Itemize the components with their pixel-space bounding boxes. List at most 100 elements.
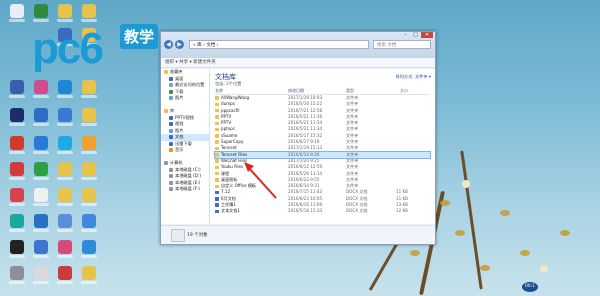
desktop-icon[interactable] bbox=[80, 266, 98, 284]
sidebar-item[interactable]: 本地磁盘 (F:) bbox=[161, 186, 209, 193]
folder-icon bbox=[215, 121, 219, 126]
desktop-icon[interactable] bbox=[32, 266, 50, 284]
folder-icon bbox=[215, 153, 219, 157]
folder-icon bbox=[215, 140, 219, 144]
desktop-icon[interactable] bbox=[32, 188, 50, 206]
column-header[interactable]: 大小 bbox=[388, 88, 408, 94]
desktop-icon[interactable] bbox=[32, 136, 50, 154]
sidebar-item-icon bbox=[169, 174, 173, 179]
desktop-icon[interactable] bbox=[56, 136, 74, 154]
file-list-pane: 文档库 包括: 2个位置 排列方式: 文件夹 ▾ 名称 修改日期 类型 大小 A… bbox=[210, 69, 435, 224]
desktop-icon[interactable] bbox=[56, 214, 74, 232]
status-bar: 19 个对象 bbox=[161, 225, 435, 244]
folder-icon bbox=[215, 184, 219, 189]
sidebar-item-icon bbox=[169, 135, 173, 140]
sidebar-item-icon bbox=[169, 115, 173, 120]
desktop-icon[interactable] bbox=[56, 266, 74, 284]
search-input[interactable]: 搜索 文档 bbox=[373, 40, 431, 49]
folder-icon bbox=[215, 96, 219, 100]
column-header[interactable]: 修改日期 bbox=[288, 88, 346, 94]
sidebar-item-icon bbox=[164, 161, 168, 166]
sidebar-item-label: 本地磁盘 (F:) bbox=[175, 186, 200, 191]
leaf bbox=[560, 230, 570, 236]
desktop-icon[interactable] bbox=[32, 240, 50, 258]
desktop-icon[interactable] bbox=[8, 162, 26, 180]
folder-icon bbox=[215, 102, 219, 107]
folder-icon bbox=[215, 178, 219, 182]
file-row[interactable]: 文本文档1 2016/5/18 15:33 DOCX 文档 12 KB bbox=[215, 208, 430, 214]
document-icon bbox=[215, 203, 219, 207]
desktop-icon[interactable] bbox=[80, 240, 98, 258]
desktop-icon[interactable] bbox=[32, 214, 50, 232]
column-header[interactable]: 类型 bbox=[346, 88, 388, 94]
desktop-icon[interactable] bbox=[80, 214, 98, 232]
file-name-cell: 文本文档1 bbox=[215, 208, 288, 214]
leaf bbox=[410, 250, 420, 256]
forward-icon[interactable]: ▶ bbox=[175, 40, 184, 49]
desktop-icon[interactable] bbox=[32, 108, 50, 126]
address-bar[interactable]: « 库 › 文档 › bbox=[189, 40, 369, 49]
desktop-icon[interactable] bbox=[80, 136, 98, 154]
desktop-icon[interactable] bbox=[80, 162, 98, 180]
close-icon[interactable]: ✕ bbox=[421, 32, 433, 38]
leaf bbox=[520, 250, 530, 256]
folder-icon bbox=[215, 108, 219, 113]
folder-icon bbox=[215, 146, 219, 151]
back-icon[interactable]: ◀ bbox=[164, 40, 173, 49]
library-subtitle[interactable]: 包括: 2个位置 bbox=[215, 81, 241, 87]
desktop-icon[interactable] bbox=[8, 214, 26, 232]
sidebar-item-icon bbox=[169, 83, 173, 88]
desktop-icon[interactable] bbox=[80, 108, 98, 126]
sidebar-item-label: 图片 bbox=[175, 95, 184, 100]
desktop-icon[interactable] bbox=[80, 188, 98, 206]
arrange-by[interactable]: 排列方式: 文件夹 ▾ bbox=[396, 74, 432, 80]
leaf bbox=[480, 265, 490, 271]
sidebar-item-icon bbox=[164, 109, 168, 114]
pc6-logo: pc6 教学 bbox=[20, 20, 170, 80]
sidebar-item-icon bbox=[169, 167, 173, 172]
folder-icon bbox=[215, 115, 219, 119]
folder-icon bbox=[215, 171, 219, 176]
explorer-window: ◀ ▶ « 库 › 文档 › 搜索 文档 – □ ✕ 组织 ▾ 共享 ▾ 新建文… bbox=[160, 31, 436, 245]
flower bbox=[540, 265, 548, 273]
sidebar-item-icon bbox=[169, 89, 173, 94]
desktop-icon[interactable] bbox=[56, 108, 74, 126]
document-icon bbox=[215, 190, 219, 195]
desktop-icon[interactable] bbox=[32, 162, 50, 180]
column-headers: 名称 修改日期 类型 大小 bbox=[215, 88, 430, 95]
file-name: 文本文档1 bbox=[221, 208, 240, 214]
desktop-icon[interactable] bbox=[8, 108, 26, 126]
toolbar[interactable]: 组织 ▾ 共享 ▾ 新建文件夹 bbox=[161, 58, 435, 68]
sidebar-item-label: 库 bbox=[170, 108, 175, 113]
sidebar-item-icon bbox=[164, 70, 168, 75]
clock-widget: 00:1 bbox=[522, 282, 538, 292]
desktop-icon[interactable] bbox=[8, 80, 26, 98]
desktop-icon[interactable] bbox=[8, 188, 26, 206]
desktop-icon[interactable] bbox=[80, 80, 98, 98]
sidebar-item-label: 音乐 bbox=[175, 147, 184, 152]
nav-buttons: ◀ ▶ bbox=[164, 40, 184, 49]
desktop-icon[interactable] bbox=[8, 266, 26, 284]
desktop-icon[interactable] bbox=[56, 188, 74, 206]
desktop-icon[interactable] bbox=[56, 80, 74, 98]
sidebar-item-icon bbox=[169, 76, 173, 81]
sidebar-item-icon bbox=[169, 141, 173, 146]
status-text: 19 个对象 bbox=[187, 233, 208, 238]
column-header[interactable]: 名称 bbox=[215, 88, 288, 94]
desktop-icon[interactable] bbox=[8, 240, 26, 258]
maximize-icon[interactable]: □ bbox=[411, 32, 420, 38]
document-icon bbox=[215, 209, 219, 214]
sidebar-item-icon bbox=[169, 148, 173, 153]
sidebar-item-icon bbox=[169, 187, 173, 192]
sidebar-item-icon bbox=[169, 180, 173, 185]
document-icon bbox=[215, 197, 219, 201]
leaf bbox=[455, 230, 465, 236]
folder-icon bbox=[215, 134, 219, 138]
minimize-icon[interactable]: – bbox=[401, 32, 410, 38]
desktop-icon[interactable] bbox=[32, 80, 50, 98]
desktop-icon[interactable] bbox=[56, 240, 74, 258]
window-controls: – □ ✕ bbox=[401, 32, 433, 38]
desktop-icon[interactable] bbox=[8, 136, 26, 154]
file-size: 12 KB bbox=[395, 208, 408, 214]
desktop-icon[interactable] bbox=[56, 162, 74, 180]
